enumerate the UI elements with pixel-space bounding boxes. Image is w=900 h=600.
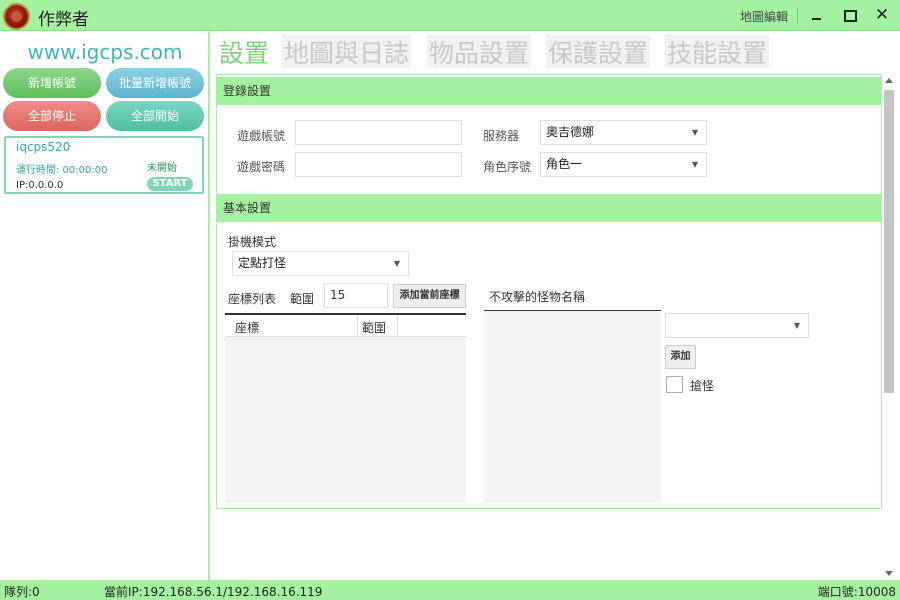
app-logo-icon [3, 3, 30, 30]
tab-item-settings[interactable]: 物品設置 [427, 34, 532, 68]
login-section-header: 登錄設置 [217, 77, 881, 105]
account-card[interactable]: iqcps520 運行時間: 00:00:00 未開始 IP:0.0.0.0 S… [4, 136, 204, 194]
tab-skill-settings[interactable]: 技能設置 [665, 34, 770, 68]
account-start-button[interactable]: START [147, 177, 193, 191]
maximize-button[interactable] [839, 5, 859, 25]
close-button[interactable]: ✕ [872, 5, 892, 25]
column-header-range[interactable]: 範圍 [362, 319, 386, 336]
basic-section-header: 基本設置 [217, 194, 881, 222]
tab-protection-settings[interactable]: 保護設置 [546, 34, 651, 68]
title-bar: 作弊者 地圖編輯 ✕ [0, 0, 900, 31]
mode-label: 掛機模式 [228, 235, 277, 249]
vertical-scrollbar[interactable] [882, 74, 897, 580]
server-value: 奧吉德娜 [546, 125, 595, 139]
add-current-coord-button[interactable]: 添加當前座標 [393, 284, 466, 308]
server-select[interactable]: 奧吉德娜 ▼ [540, 120, 707, 145]
chevron-down-icon: ▼ [793, 321, 800, 330]
steal-checkbox[interactable] [666, 376, 683, 393]
app-title: 作弊者 [38, 10, 89, 30]
batch-new-profile-button[interactable]: 批量新增帳號 [106, 68, 204, 98]
scrollbar-thumb[interactable] [884, 90, 894, 393]
add-monster-button[interactable]: 添加 [665, 345, 696, 369]
chevron-down-icon: ▼ [393, 259, 400, 268]
stop-all-button[interactable]: 全部停止 [3, 101, 101, 131]
account-run-time: 運行時間: 00:00:00 [16, 165, 108, 176]
map-editor-link[interactable]: 地圖編輯 [740, 8, 788, 25]
coord-list-table[interactable]: 座標 範圍 [225, 313, 466, 503]
password-label: 遊戲密碼 [237, 160, 286, 174]
coord-list-label: 座標列表 [228, 292, 277, 306]
server-label: 服務器 [483, 129, 520, 143]
new-profile-button[interactable]: 新增帳號 [3, 68, 101, 98]
account-label: 遊戲帳號 [237, 129, 286, 143]
monster-name-list[interactable] [484, 310, 661, 503]
current-ip: 當前IP:192.168.56.1/192.168.16.119 [104, 585, 323, 599]
role-value: 角色一 [546, 157, 583, 171]
column-divider [397, 315, 398, 337]
column-divider [357, 315, 358, 337]
role-label: 角色序號 [483, 160, 532, 174]
monster-list-label: 不攻擊的怪物名稱 [489, 290, 586, 304]
site-url[interactable]: www.igcps.com [0, 40, 210, 64]
steal-checkbox-label: 搶怪 [690, 379, 715, 393]
mode-select[interactable]: 定點打怪 ▼ [232, 251, 409, 276]
settings-panel: 登錄設置 遊戲帳號 遊戲密碼 服務器 奧吉德娜 ▼ 角色序號 角色一 ▼ 基本設… [216, 74, 882, 509]
chevron-down-icon: ▼ [691, 160, 698, 169]
status-bar: 隊列:0 當前IP:192.168.56.1/192.168.16.119 端口… [0, 580, 900, 600]
range-input[interactable]: 15 [324, 283, 388, 308]
account-ip: IP:0.0.0.0 [16, 180, 64, 191]
account-sidebar: www.igcps.com 新增帳號 批量新增帳號 全部停止 全部開始 iqcp… [0, 31, 210, 580]
titlebar-divider [797, 8, 798, 23]
monster-select[interactable]: ▼ [665, 313, 809, 338]
role-select[interactable]: 角色一 ▼ [540, 152, 707, 177]
tab-settings[interactable]: 設置 [217, 34, 272, 68]
tab-map-and-log[interactable]: 地圖與日誌 [282, 34, 412, 68]
scroll-down-icon[interactable] [885, 571, 893, 576]
password-input[interactable] [295, 152, 462, 177]
account-input[interactable] [295, 120, 462, 145]
range-label: 範圍 [290, 292, 315, 306]
minimize-button[interactable] [806, 5, 826, 25]
coord-list-header: 座標 範圍 [225, 315, 466, 337]
scroll-up-icon[interactable] [885, 78, 893, 83]
account-status: 未開始 [147, 163, 177, 174]
chevron-down-icon: ▼ [691, 128, 698, 137]
column-header-coord[interactable]: 座標 [235, 319, 259, 336]
queue-count: 隊列:0 [4, 585, 40, 599]
account-name: iqcps520 [16, 140, 71, 154]
start-all-button[interactable]: 全部開始 [106, 101, 204, 131]
port-number: 端口號:10008 [817, 585, 896, 599]
mode-value: 定點打怪 [238, 256, 287, 270]
